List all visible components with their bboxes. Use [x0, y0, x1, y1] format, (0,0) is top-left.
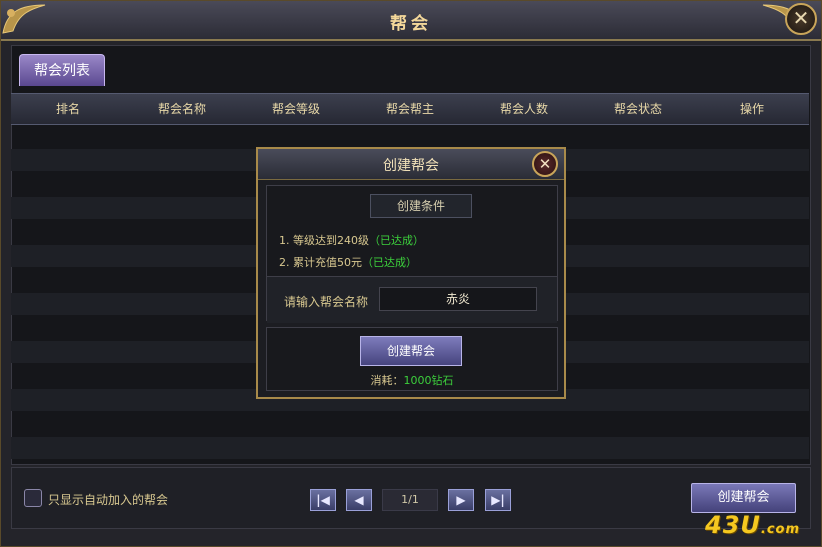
dialog-title: 创建帮会 [383, 158, 439, 174]
last-page-icon: ▶| [491, 493, 505, 507]
conditions-box: 创建条件 1. 等级达到240级（已达成） 2. 累计充值50元（已达成） 请输… [266, 185, 558, 323]
table-row [11, 125, 809, 147]
close-icon: ✕ [792, 6, 810, 30]
site-logo: 43U.com [705, 511, 800, 539]
dialog-create-button[interactable]: 创建帮会 [360, 336, 462, 366]
column-header-rank: 排名 [55, 102, 80, 116]
tab-guild-list[interactable]: 帮会列表 [19, 54, 105, 86]
column-header-member-count: 帮会人数 [499, 102, 548, 116]
conditions-title: 创建条件 [370, 194, 472, 218]
prev-page-button[interactable]: ◀ [346, 489, 372, 511]
window-title: 帮会 [390, 14, 432, 34]
table-row [11, 413, 809, 435]
first-page-button[interactable]: |◀ [310, 489, 336, 511]
next-page-button[interactable]: ▶ [448, 489, 474, 511]
column-header-guild-leader: 帮会帮主 [385, 102, 434, 116]
guild-name-row: 请输入帮会名称 赤炎 [267, 276, 557, 323]
cost-text: 消耗：1000钻石 [267, 372, 557, 388]
prev-page-icon: ◀ [354, 493, 364, 507]
cost-label: 消耗： [370, 374, 404, 387]
close-icon: ✕ [538, 155, 552, 173]
column-header-guild-status: 帮会状态 [613, 102, 662, 116]
auto-join-checkbox[interactable] [24, 489, 42, 507]
page-indicator: 1/1 [382, 489, 438, 511]
table-header: 排名 帮会名称 帮会等级 帮会帮主 帮会人数 帮会状态 操作 [11, 93, 809, 125]
create-guild-dialog: 创建帮会 ✕ 创建条件 1. 等级达到240级（已达成） 2. 累计充值50元（… [256, 147, 566, 399]
guild-name-label: 请输入帮会名称 [284, 295, 369, 309]
condition-status: （已达成） [369, 234, 424, 247]
create-guild-button[interactable]: 创建帮会 [691, 483, 796, 513]
logo-text: 43U [705, 511, 761, 539]
next-page-icon: ▶ [456, 493, 466, 507]
column-header-actions: 操作 [739, 102, 764, 116]
close-button[interactable]: ✕ [785, 3, 817, 35]
dialog-title-bar: 创建帮会 ✕ [258, 149, 564, 180]
guild-name-input[interactable]: 赤炎 [379, 287, 537, 311]
create-action-box: 创建帮会 消耗：1000钻石 [266, 327, 558, 391]
logo-suffix: .com [760, 522, 801, 537]
guild-window: 帮会 ✕ 帮会列表 排名 帮会名称 帮会等级 帮会帮主 帮会人数 帮会状态 操作… [0, 0, 822, 547]
cost-value: 1000钻石 [403, 374, 454, 387]
table-row [11, 437, 809, 459]
title-bar: 帮会 ✕ [1, 1, 821, 41]
condition-status: （已达成） [362, 256, 417, 269]
condition-item: 2. 累计充值50元（已达成） [279, 254, 417, 270]
condition-text: 1. 等级达到240级 [279, 234, 369, 247]
condition-text: 2. 累计充值50元 [279, 256, 362, 269]
first-page-icon: |◀ [316, 493, 330, 507]
auto-join-label: 只显示自动加入的帮会 [48, 493, 169, 507]
column-header-guild-level: 帮会等级 [271, 102, 320, 116]
condition-item: 1. 等级达到240级（已达成） [279, 232, 424, 248]
column-header-guild-name: 帮会名称 [157, 102, 206, 116]
dialog-close-button[interactable]: ✕ [532, 151, 558, 177]
last-page-button[interactable]: ▶| [485, 489, 511, 511]
